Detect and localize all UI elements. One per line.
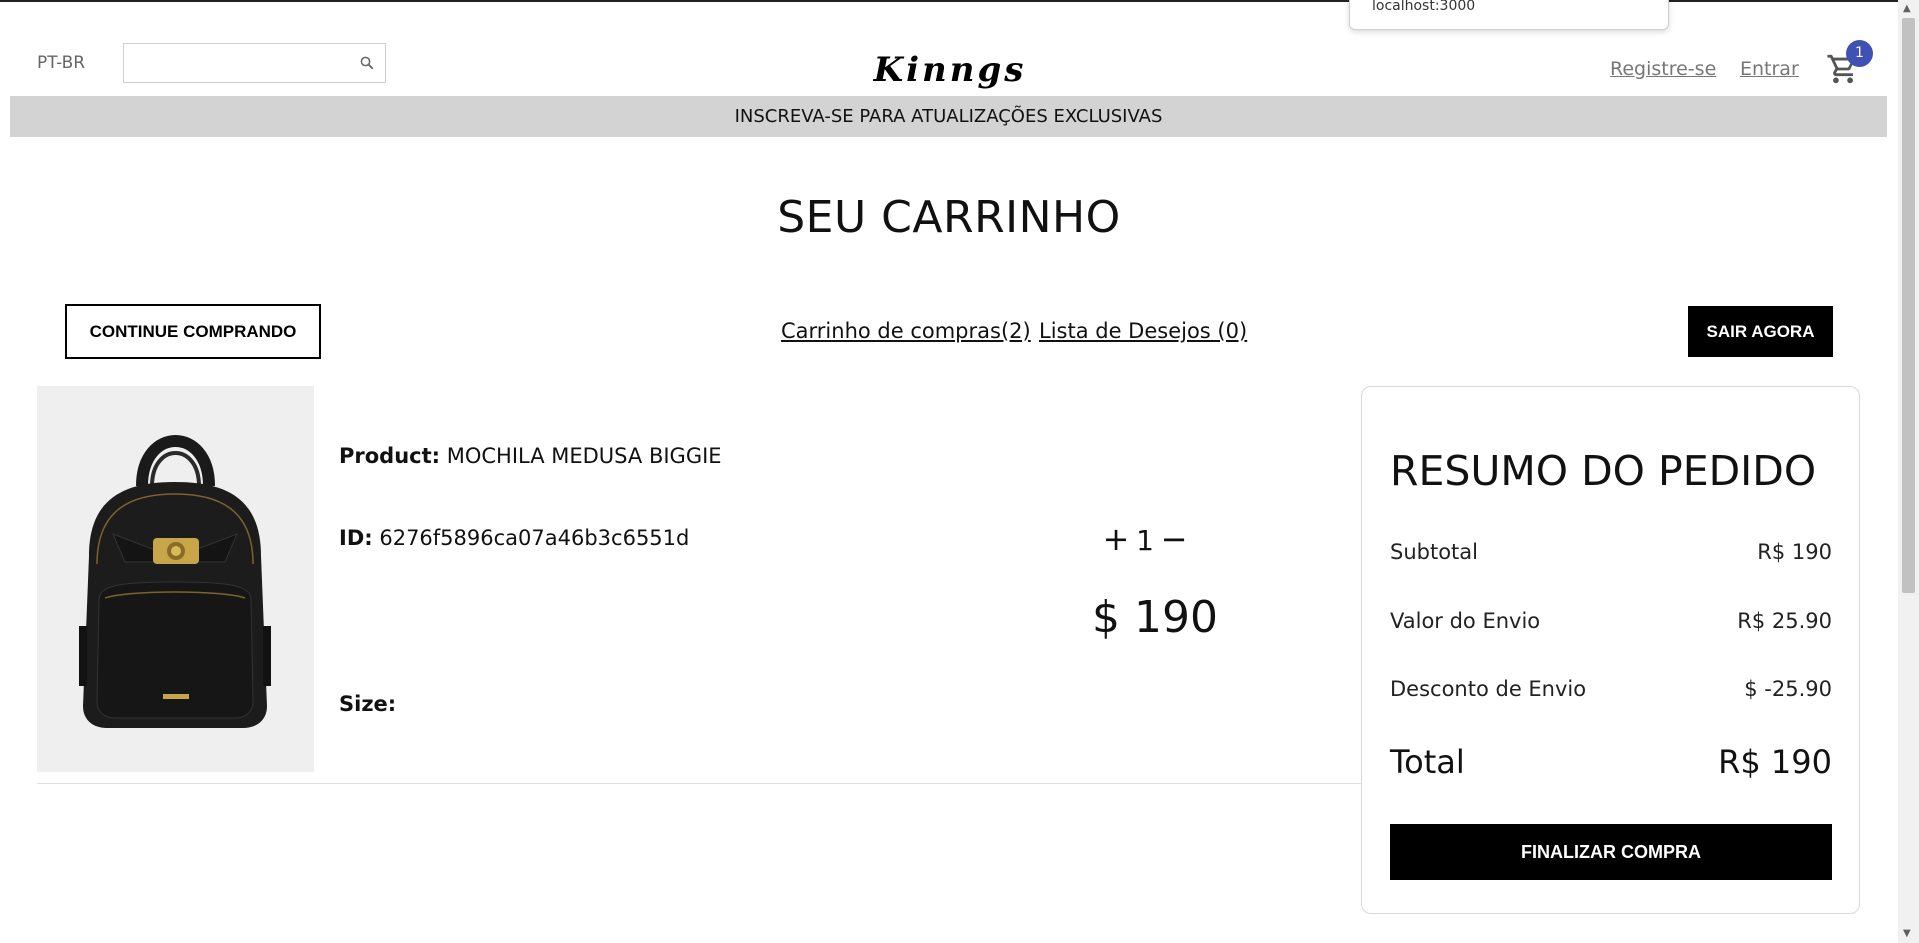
url-tooltip: localhost:3000 <box>1349 0 1669 30</box>
product-image <box>37 386 314 772</box>
product-size-line: Size: <box>339 692 396 716</box>
shipping-discount-label: Desconto de Envio <box>1390 677 1587 701</box>
shipping-label: Valor do Envio <box>1390 609 1541 633</box>
finalize-purchase-button[interactable]: FINALIZAR COMPRA <box>1390 824 1832 880</box>
quantity-stepper: +1− <box>1100 520 1190 558</box>
search-icon[interactable] <box>358 54 376 72</box>
page-title: SEU CARRINHO <box>777 192 1121 243</box>
subtotal-value: R$ 190 <box>1757 540 1832 564</box>
quantity-increase-button[interactable]: + <box>1100 520 1132 558</box>
cart-count-badge: 1 <box>1846 40 1873 67</box>
search-input[interactable] <box>132 44 356 82</box>
product-id-line: ID: 6276f5896ca07a46b3c6551d <box>339 526 689 550</box>
url-tooltip-text: localhost:3000 <box>1372 0 1476 14</box>
backpack-image <box>79 435 271 728</box>
product-price: $ 190 <box>1092 592 1218 643</box>
product-size-label: Size: <box>339 692 397 716</box>
product-label: Product: <box>339 444 441 468</box>
language-selector[interactable]: PT-BR <box>37 53 85 73</box>
subtotal-label: Subtotal <box>1390 540 1478 564</box>
quantity-decrease-button[interactable]: − <box>1158 520 1190 558</box>
total-label: Total <box>1390 743 1465 781</box>
product-name: MOCHILA MEDUSA BIGGIE <box>446 444 722 468</box>
product-id-label: ID: <box>339 526 373 550</box>
total-value: R$ 190 <box>1718 743 1832 781</box>
shipping-discount-value: $ -25.90 <box>1744 677 1832 701</box>
search-box <box>123 43 386 83</box>
vertical-scrollbar[interactable]: ▲ ▼ <box>1898 0 1919 943</box>
product-name-line: Product: MOCHILA MEDUSA BIGGIE <box>339 444 722 468</box>
item-divider <box>37 783 1377 784</box>
tab-shopping-cart[interactable]: Carrinho de compras(2) <box>781 319 1031 343</box>
quantity-value: 1 <box>1136 524 1154 557</box>
order-summary: RESUMO DO PEDIDO Subtotal R$ 190 Valor d… <box>1361 386 1860 914</box>
login-link[interactable]: Entrar <box>1740 58 1799 80</box>
scroll-up-arrow-icon[interactable]: ▲ <box>1903 3 1911 14</box>
scrollbar-thumb[interactable] <box>1902 18 1915 593</box>
continue-shopping-button[interactable]: CONTINUE COMPRANDO <box>65 304 321 359</box>
summary-title: RESUMO DO PEDIDO <box>1390 447 1817 495</box>
site-logo[interactable]: Kinngs <box>870 50 1030 90</box>
product-id: 6276f5896ca07a46b3c6551d <box>379 526 690 550</box>
announcement-bar[interactable]: INSCREVA-SE PARA ATUALIZAÇÕES EXCLUSIVAS <box>10 96 1887 137</box>
scroll-down-arrow-icon[interactable]: ▼ <box>1903 928 1911 939</box>
tab-wishlist[interactable]: Lista de Desejos (0) <box>1039 319 1247 343</box>
checkout-now-button[interactable]: SAIR AGORA <box>1688 306 1833 357</box>
shipping-value: R$ 25.90 <box>1737 609 1832 633</box>
register-link[interactable]: Registre-se <box>1610 58 1716 80</box>
